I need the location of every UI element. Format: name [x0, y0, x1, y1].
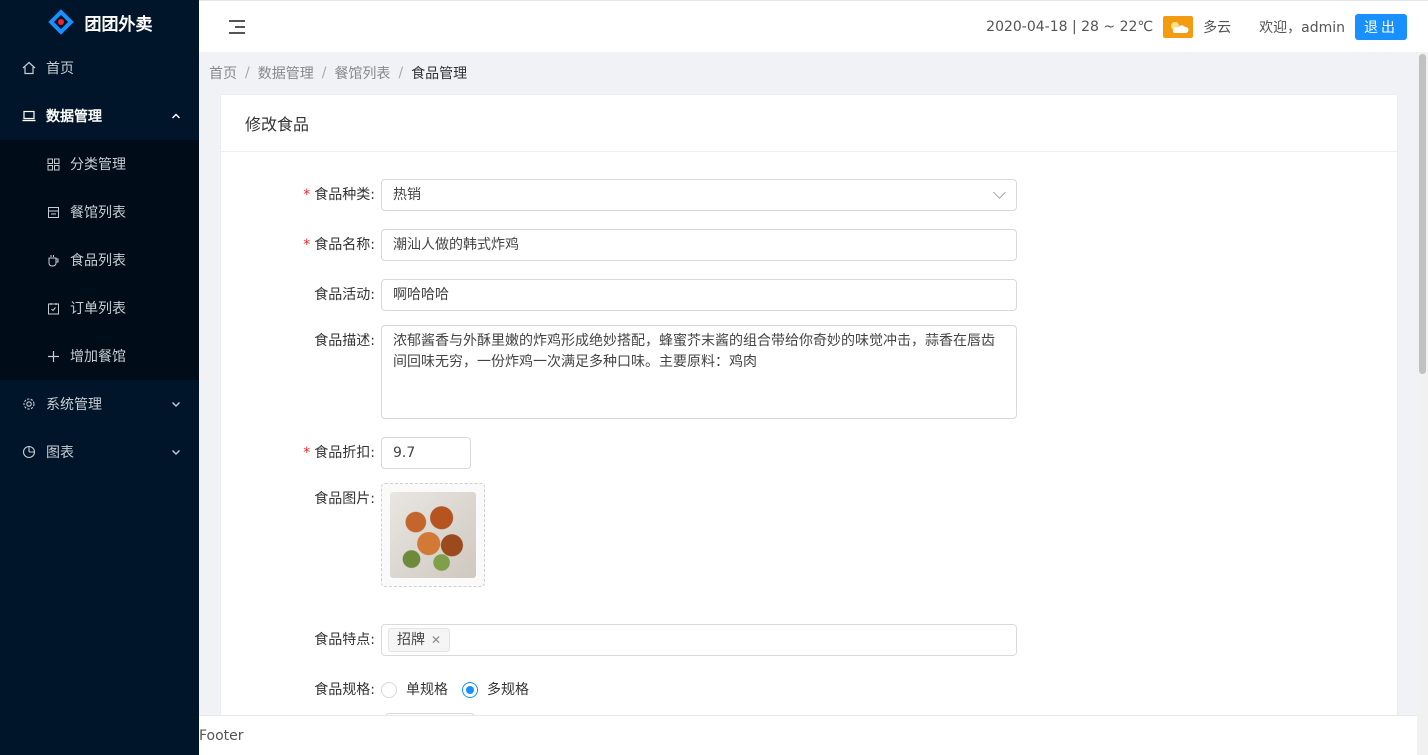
feature-tag-label: 招牌 [397, 632, 425, 648]
image-uploader[interactable] [381, 483, 485, 587]
footer: Footer [199, 715, 1417, 755]
spec-option-multi[interactable]: 多规格 [462, 674, 529, 706]
radio-label: 单规格 [406, 682, 448, 698]
radio-unchecked [381, 682, 397, 698]
card-title: 修改食品 [221, 95, 1397, 152]
form-row-spec: 食品规格: 单规格 多规格 [221, 674, 529, 706]
chevron-up-icon [171, 110, 181, 123]
category-label: * 食品种类: [303, 187, 375, 203]
menu-fold-icon[interactable] [229, 19, 245, 34]
required-mark: * [303, 187, 311, 203]
features-label: 食品特点: [314, 632, 375, 648]
sidebar-item-order-list[interactable]: 订单列表 [0, 284, 199, 332]
edit-food-card: 修改食品 * 食品种类: 热销 * 食品名称: 潮汕人做的韩式炸鸡 食品活动: 啊哈… [220, 94, 1398, 715]
logo-text: 团团外卖 [84, 14, 153, 35]
features-select[interactable]: 招牌 ✕ [381, 624, 1017, 656]
breadcrumb-item-food-management: 食品管理 [411, 66, 468, 82]
chevron-down-icon [171, 398, 181, 411]
breadcrumb-separator: / [321, 65, 327, 81]
feature-tag: 招牌 ✕ [388, 625, 451, 655]
breadcrumb-item-restaurant-list[interactable]: 餐馆列表 [334, 63, 390, 83]
sidebar-item-label: 图表 [46, 445, 74, 461]
description-label: 食品描述: [314, 333, 375, 349]
weather-text: 多云 [1203, 19, 1232, 36]
sidebar-item-system-management[interactable]: 系统管理 [0, 380, 199, 428]
partly-cloudy-icon [1163, 15, 1194, 38]
form-row-image: 食品图片: [221, 483, 485, 587]
breadcrumb-item-home[interactable]: 首页 [209, 63, 237, 83]
radio-label: 多规格 [487, 682, 529, 698]
food-description-textarea[interactable]: 浓郁酱香与外酥里嫩的炸鸡形成绝妙搭配，蜂蜜芥末酱的组合带给你奇妙的味觉冲击，蒜香… [381, 325, 1017, 419]
gear-icon [22, 397, 36, 411]
spec-option-single[interactable]: 单规格 [381, 674, 448, 706]
order-icon [46, 301, 60, 315]
sidebar-item-label: 食品列表 [70, 253, 126, 269]
activity-label: 食品活动: [314, 287, 375, 303]
breadcrumb: 首页 / 数据管理 / 餐馆列表 / 食品管理 [199, 52, 1417, 94]
food-image [390, 492, 476, 578]
sidebar-item-data-management[interactable]: 数据管理 [0, 92, 199, 140]
category-select[interactable]: 热销 [381, 179, 1017, 211]
form-row-category: * 食品种类: 热销 [221, 179, 1017, 211]
sidebar-item-label: 首页 [46, 61, 74, 77]
spec-radio-group: 单规格 多规格 [381, 674, 529, 706]
logout-button[interactable]: 退出 [1355, 13, 1407, 40]
top-header: 2020-04-18 | 28 ~ 22℃ 多云 欢迎，admin 退出 [199, 0, 1428, 52]
sidebar-item-charts[interactable]: 图表 [0, 428, 199, 476]
sidebar-item-label: 系统管理 [46, 397, 102, 413]
image-label: 食品图片: [314, 491, 375, 507]
grid-icon [46, 157, 60, 171]
sidebar-item-label: 数据管理 [46, 109, 102, 125]
required-mark: * [303, 237, 311, 253]
food-discount-input[interactable]: 9.7 [381, 437, 471, 469]
radio-checked [462, 682, 478, 698]
breadcrumb-item-data-management[interactable]: 数据管理 [258, 63, 314, 83]
breadcrumb-separator: / [398, 65, 404, 81]
sidebar-item-restaurant-list[interactable]: 餐馆列表 [0, 188, 199, 236]
sidebar-item-label: 订单列表 [70, 301, 126, 317]
app-logo[interactable]: 团团外卖 [0, 0, 199, 44]
laptop-icon [22, 109, 36, 123]
form-row-discount: * 食品折扣: 9.7 [221, 437, 471, 469]
data-management-submenu: 分类管理 餐馆列表 食品列表 订单列表 增加餐馆 [0, 140, 199, 380]
form-row-activity: 食品活动: 啊哈哈哈 [221, 279, 1017, 311]
discount-label: * 食品折扣: [303, 445, 375, 461]
spec-label: 食品规格: [314, 682, 375, 698]
chevron-down-icon [993, 186, 1006, 199]
food-activity-input[interactable]: 啊哈哈哈 [381, 279, 1017, 311]
cup-icon [46, 253, 60, 267]
sidebar-item-label: 餐馆列表 [70, 205, 126, 221]
sidebar-item-label: 分类管理 [70, 157, 126, 173]
welcome-text: 欢迎，admin [1259, 19, 1345, 36]
scrollbar-thumb[interactable] [1419, 54, 1426, 374]
sidebar-item-home[interactable]: 首页 [0, 44, 199, 92]
sidebar-item-category-management[interactable]: 分类管理 [0, 140, 199, 188]
sidebar: 团团外卖 首页 数据管理 分类管理 餐馆列表 食品列表 订单列表 增加餐馆 系统… [0, 0, 199, 755]
required-mark: * [303, 445, 311, 461]
name-label: * 食品名称: [303, 237, 375, 253]
breadcrumb-separator: / [245, 65, 250, 81]
scrollbar[interactable] [1417, 52, 1428, 755]
footer-text: Footer [199, 727, 244, 744]
sidebar-item-food-list[interactable]: 食品列表 [0, 236, 199, 284]
close-icon[interactable]: ✕ [431, 625, 441, 655]
pie-chart-icon [22, 445, 36, 459]
sidebar-item-add-restaurant[interactable]: 增加餐馆 [0, 332, 199, 380]
category-value: 热销 [393, 187, 421, 203]
main-content: 首页 / 数据管理 / 餐馆列表 / 食品管理 修改食品 * 食品种类: 热销 *… [199, 52, 1417, 715]
header-right: 2020-04-18 | 28 ~ 22℃ 多云 欢迎，admin 退出 [986, 13, 1407, 40]
date-weather-text: 2020-04-18 | 28 ~ 22℃ [986, 18, 1154, 35]
sidebar-item-label: 增加餐馆 [70, 349, 126, 365]
home-icon [22, 61, 36, 75]
form-row-description: 食品描述: 浓郁酱香与外酥里嫩的炸鸡形成绝妙搭配，蜂蜜芥末酱的组合带给你奇妙的味… [221, 325, 1017, 419]
food-name-input[interactable]: 潮汕人做的韩式炸鸡 [381, 229, 1017, 261]
chevron-down-icon [171, 446, 181, 459]
form-row-name: * 食品名称: 潮汕人做的韩式炸鸡 [221, 229, 1017, 261]
form-row-features: 食品特点: 招牌 ✕ [221, 624, 1017, 656]
logo-icon [47, 8, 75, 36]
store-icon [46, 205, 60, 219]
plus-icon [46, 349, 60, 363]
